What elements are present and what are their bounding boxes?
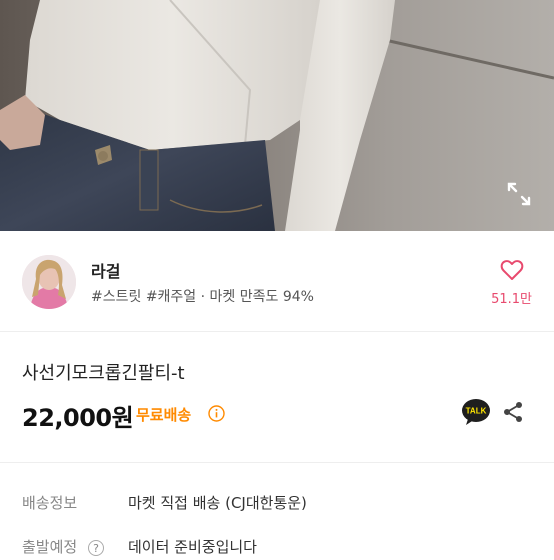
- shipping-info-value: 마켓 직접 배송 (CJ대한통운): [128, 494, 307, 512]
- section-divider: [0, 462, 554, 463]
- departure-row: 출발예정 ? 데이터 준비중입니다: [22, 536, 532, 560]
- info-icon[interactable]: [208, 405, 225, 422]
- like-count: 51.1만: [491, 292, 532, 307]
- seller-tags: #스트릿 #캐주얼 · 마켓 만족도 94%: [91, 289, 314, 305]
- seller-avatar[interactable]: [22, 255, 76, 309]
- product-title: 사선기모크롭긴팔티-t: [22, 363, 185, 384]
- share-icon[interactable]: [501, 400, 525, 424]
- seller-name[interactable]: 라걸: [91, 258, 120, 282]
- seller-info: 라걸 #스트릿 #캐주얼 · 마켓 만족도 94% 51.1만: [0, 231, 554, 332]
- shipping-info-label: 배송정보: [22, 494, 78, 512]
- price-row: 22,000원 무료배송 TALK: [22, 398, 532, 432]
- product-image[interactable]: [0, 0, 554, 231]
- product-photo-illustration: [0, 0, 554, 231]
- free-shipping-badge: 무료배송: [136, 406, 192, 424]
- expand-icon[interactable]: [506, 181, 532, 207]
- talk-label: TALK: [466, 407, 487, 416]
- product-price: 22,000원: [22, 404, 134, 432]
- heart-icon[interactable]: [500, 258, 524, 282]
- kakao-talk-icon[interactable]: TALK: [461, 398, 491, 426]
- shipping-info-row: 배송정보 마켓 직접 배송 (CJ대한통운): [22, 492, 532, 516]
